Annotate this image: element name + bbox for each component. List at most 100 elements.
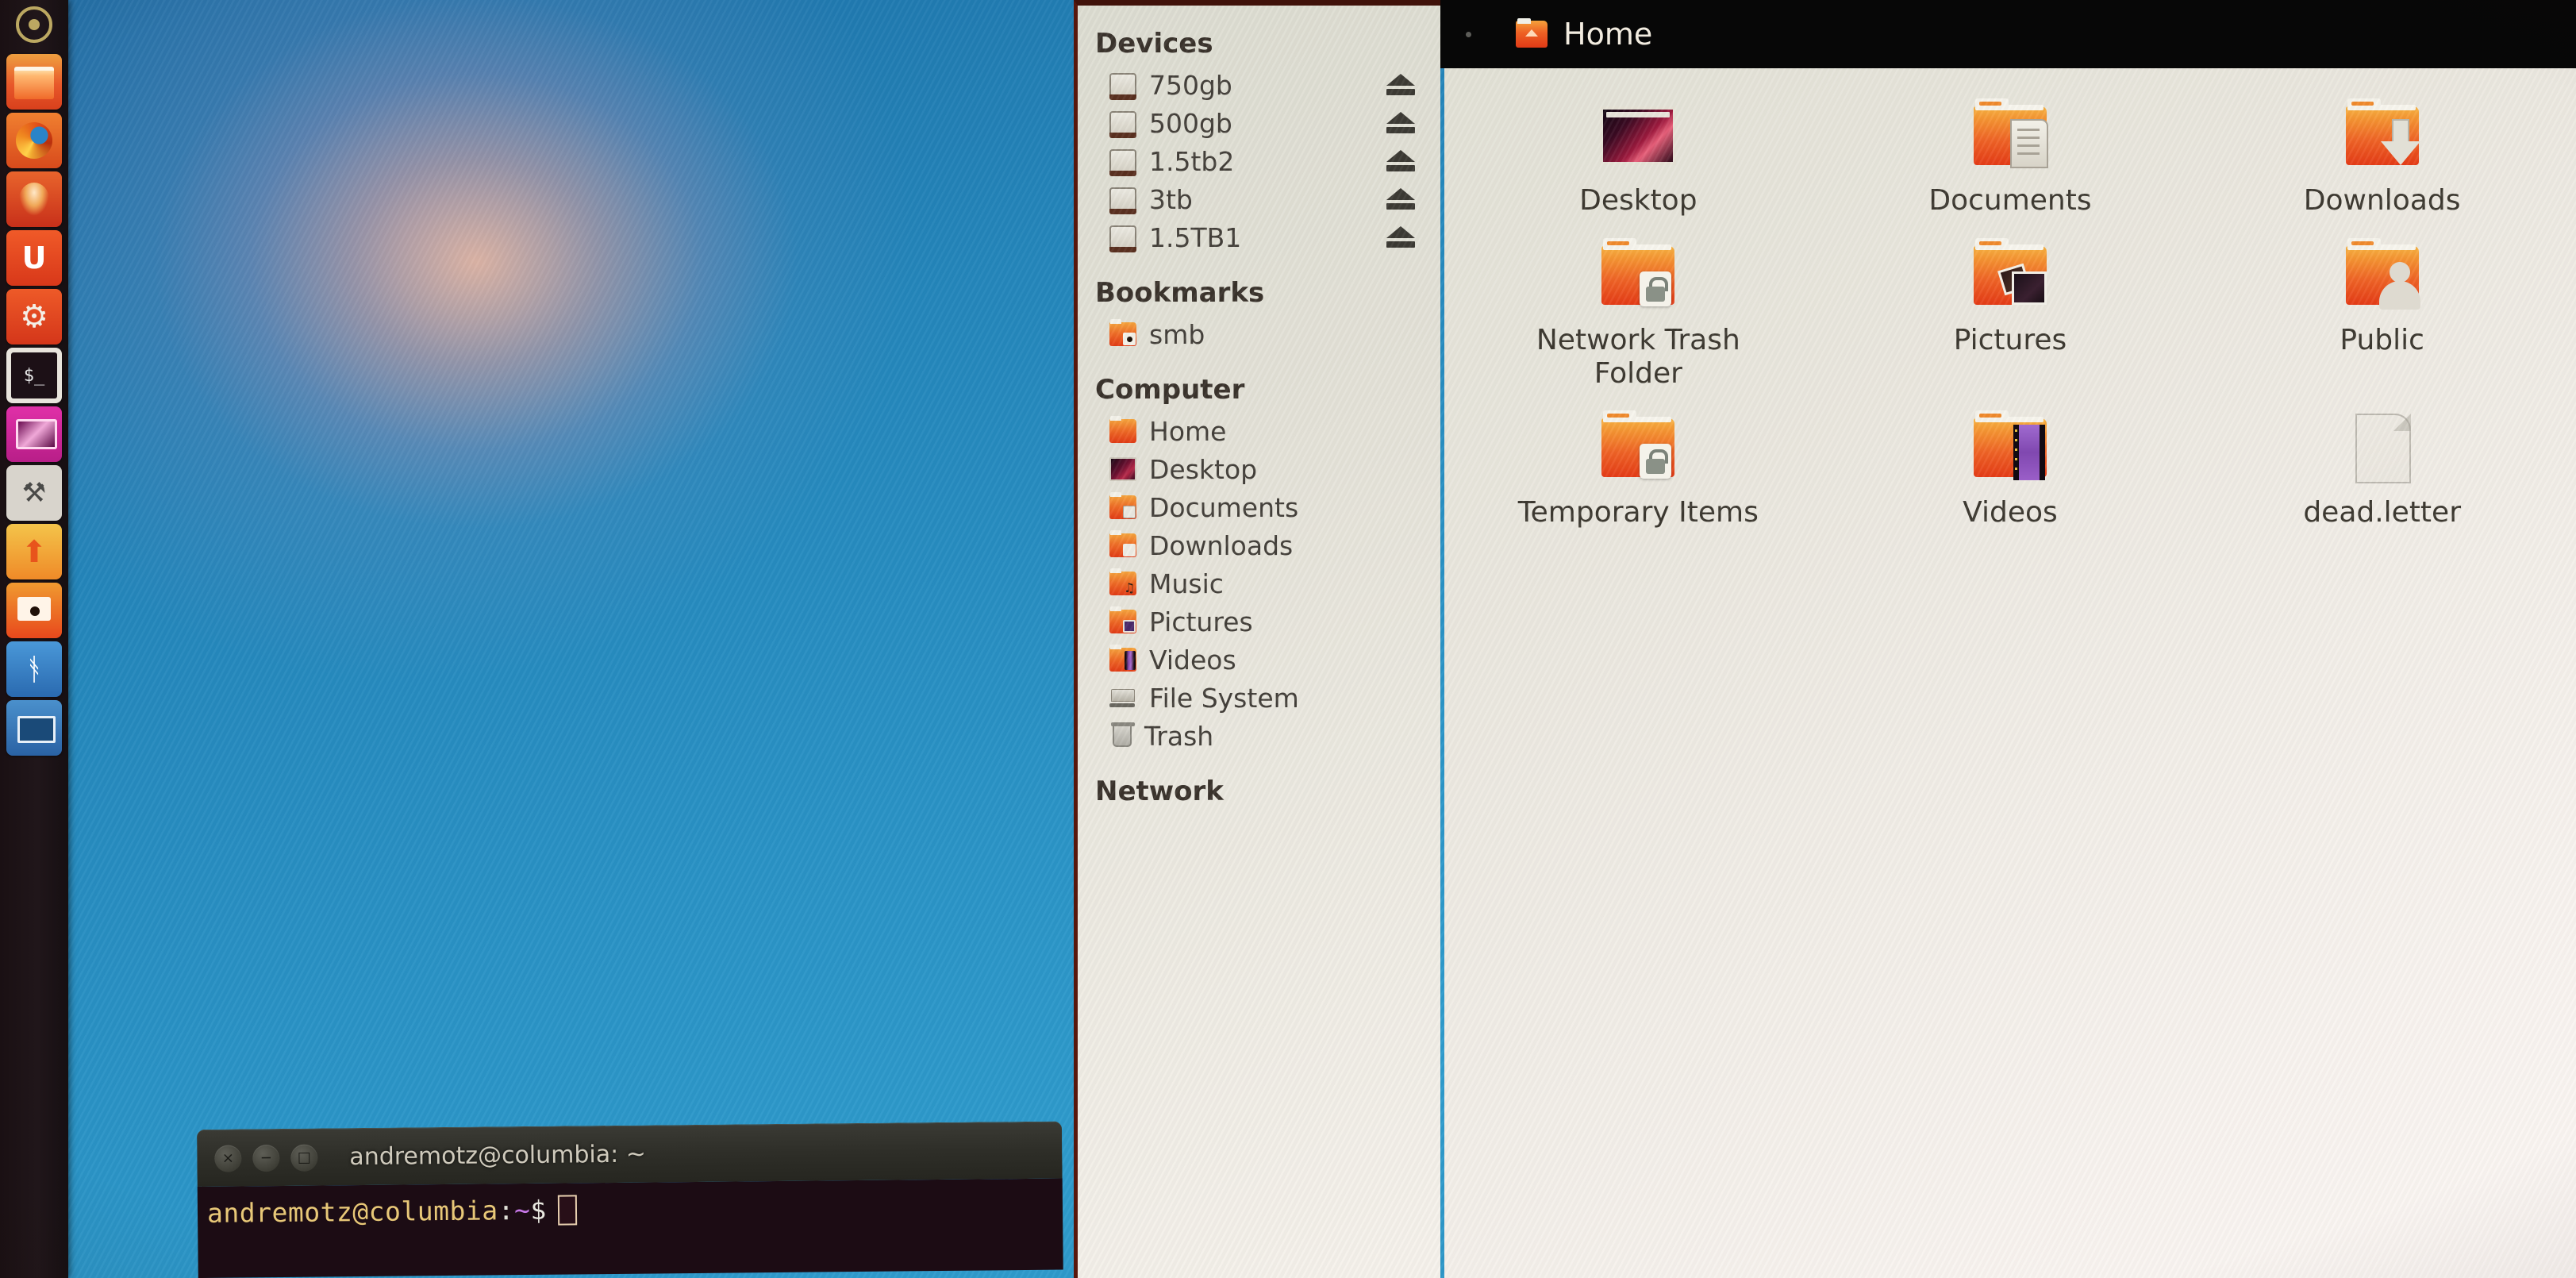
- terminal-prompt-line: andremotz@columbia: ~ $: [207, 1190, 1063, 1229]
- minimize-button[interactable]: −: [252, 1144, 280, 1172]
- locked-folder-icon: [1597, 409, 1679, 482]
- places-sidebar[interactable]: Devices 750gb 500gb 1.5tb2 3tb 1.5TB1 Bo…: [1074, 0, 1440, 1278]
- wrench-icon: ⚒: [21, 477, 47, 509]
- dash-home-button[interactable]: [0, 0, 68, 49]
- sidebar-item-trash[interactable]: Trash: [1078, 717, 1440, 755]
- text-file-icon: [2341, 409, 2424, 484]
- header-dot-icon: [1466, 31, 1471, 37]
- eject-icon[interactable]: [1386, 150, 1415, 172]
- launcher-item-files[interactable]: [6, 54, 62, 110]
- eject-icon[interactable]: [1386, 74, 1415, 96]
- sidebar-item-label: Pictures: [1149, 606, 1253, 637]
- file-item-label: Downloads: [2303, 184, 2461, 217]
- launcher-item-tool[interactable]: ⚒: [6, 465, 62, 521]
- pictures-folder-icon: [1109, 606, 1136, 633]
- sidebar-item-3tb[interactable]: 3tb: [1078, 180, 1440, 218]
- eject-icon[interactable]: [1386, 112, 1415, 134]
- file-item-label: dead.letter: [2303, 496, 2461, 529]
- launcher-item-firefox[interactable]: [6, 113, 62, 168]
- launcher-item-display[interactable]: [6, 700, 62, 756]
- sidebar-item-label: Downloads: [1149, 529, 1294, 561]
- sidebar-item-smb[interactable]: smb: [1078, 315, 1440, 353]
- sidebar-item-500gb[interactable]: 500gb: [1078, 104, 1440, 142]
- sidebar-item-pictures[interactable]: Pictures: [1078, 602, 1440, 641]
- launcher-item-settings[interactable]: ⚙: [6, 289, 62, 345]
- sidebar-item-videos[interactable]: Videos: [1078, 641, 1440, 679]
- sidebar-item-label: 500gb: [1149, 107, 1232, 139]
- eject-icon[interactable]: [1386, 188, 1415, 210]
- sidebar-item-label: 3tb: [1149, 183, 1193, 215]
- upload-arrow-icon: ⬆: [21, 534, 47, 569]
- smb-folder-icon: [1109, 319, 1136, 346]
- sidebar-item-file-system[interactable]: File System: [1078, 679, 1440, 717]
- sidebar-item-home[interactable]: Home: [1078, 412, 1440, 450]
- filesystem-icon: [1109, 686, 1136, 710]
- eject-icon[interactable]: [1386, 226, 1415, 248]
- launcher-item-terminal[interactable]: [6, 348, 62, 403]
- file-item-public[interactable]: Public: [2196, 229, 2568, 391]
- terminal-title: andremotz@columbia: ~: [349, 1140, 647, 1172]
- videos-folder-icon: [1969, 409, 2051, 482]
- maximize-button[interactable]: □: [290, 1144, 318, 1172]
- sidebar-item-documents[interactable]: Documents: [1078, 488, 1440, 526]
- sidebar-heading-bookmarks: Bookmarks: [1095, 277, 1265, 309]
- breadcrumb-label[interactable]: Home: [1563, 17, 1652, 52]
- documents-folder-icon: [1969, 97, 2051, 170]
- file-item-desktop[interactable]: Desktop: [1452, 89, 1824, 217]
- prompt-separator: :: [498, 1195, 515, 1226]
- drive-icon: [1109, 111, 1136, 138]
- unity-launcher[interactable]: U ⚙ ⚒ ⬆ ᚬ: [0, 0, 68, 1278]
- terminal-body[interactable]: andremotz@columbia: ~ $: [197, 1178, 1063, 1278]
- sidebar-item-1-5tb1[interactable]: 1.5TB1: [1078, 218, 1440, 256]
- downloads-folder-icon: [2341, 97, 2424, 170]
- sidebar-item-desktop[interactable]: Desktop: [1078, 450, 1440, 488]
- home-folder-icon: [1109, 416, 1136, 443]
- sidebar-item-music[interactable]: ♫ Music: [1078, 564, 1440, 602]
- sidebar-item-label: Desktop: [1149, 453, 1258, 485]
- file-item-label: Pictures: [1953, 323, 2067, 356]
- launcher-item-upload[interactable]: ⬆: [6, 524, 62, 579]
- terminal-titlebar[interactable]: × − □ andremotz@columbia: ~: [197, 1121, 1063, 1187]
- prompt-path: ~: [513, 1194, 531, 1226]
- pictures-folder-icon: [1969, 237, 2051, 310]
- file-item-documents[interactable]: Documents: [1824, 89, 2197, 217]
- ubuntu-one-glyph: U: [21, 241, 47, 275]
- file-item-dead-letter[interactable]: dead.letter: [2196, 401, 2568, 529]
- launcher-item-software[interactable]: [6, 171, 62, 227]
- sidebar-item-label: smb: [1149, 318, 1205, 350]
- sidebar-item-750gb[interactable]: 750gb: [1078, 66, 1440, 104]
- launcher-item-remote-desktop[interactable]: [6, 406, 62, 462]
- file-item-videos[interactable]: Videos: [1824, 401, 2197, 529]
- gear-icon: ⚙: [20, 298, 48, 335]
- file-item-network-trash-folder[interactable]: Network Trash Folder: [1452, 229, 1824, 391]
- launcher-item-accessibility[interactable]: ᚬ: [6, 641, 62, 697]
- downloads-folder-icon: [1109, 530, 1136, 557]
- terminal-cursor: [557, 1194, 577, 1226]
- file-item-pictures[interactable]: Pictures: [1824, 229, 2197, 391]
- file-item-downloads[interactable]: Downloads: [2196, 89, 2568, 217]
- file-item-label: Documents: [1928, 184, 2092, 217]
- sidebar-item-label: 1.5tb2: [1149, 145, 1235, 177]
- sidebar-item-1-5tb2[interactable]: 1.5tb2: [1078, 142, 1440, 180]
- screen: U ⚙ ⚒ ⬆ ᚬ × − □ andremotz@columbia: ~ an…: [0, 0, 2576, 1278]
- file-manager-window[interactable]: Home Devices 750gb 500gb 1.5tb2 3tb 1.5T…: [1074, 0, 2576, 1278]
- launcher-item-smb[interactable]: [6, 583, 62, 638]
- locked-folder-icon: [1597, 237, 1679, 310]
- sidebar-item-downloads[interactable]: Downloads: [1078, 526, 1440, 564]
- desktop-thumb-icon: [1109, 457, 1136, 481]
- public-folder-icon: [2341, 237, 2424, 310]
- drive-icon: [1109, 73, 1136, 100]
- ubuntu-logo-icon[interactable]: [16, 6, 52, 43]
- drive-icon: [1109, 149, 1136, 176]
- terminal-window[interactable]: × − □ andremotz@columbia: ~ andremotz@co…: [197, 1121, 1063, 1278]
- file-item-label: Desktop: [1579, 184, 1697, 217]
- breadcrumb[interactable]: Home: [1516, 17, 1652, 52]
- launcher-item-ubuntu-one[interactable]: U: [6, 230, 62, 286]
- file-item-label: Temporary Items: [1517, 496, 1759, 529]
- close-button[interactable]: ×: [214, 1144, 242, 1172]
- file-item-temporary-items[interactable]: Temporary Items: [1452, 401, 1824, 529]
- maximize-icon: □: [297, 1149, 311, 1166]
- file-list-view[interactable]: Desktop Documents Downloads Network Tras…: [1444, 68, 2576, 1278]
- home-folder-icon: [1516, 18, 1548, 48]
- sidebar-item-label: Documents: [1149, 491, 1299, 523]
